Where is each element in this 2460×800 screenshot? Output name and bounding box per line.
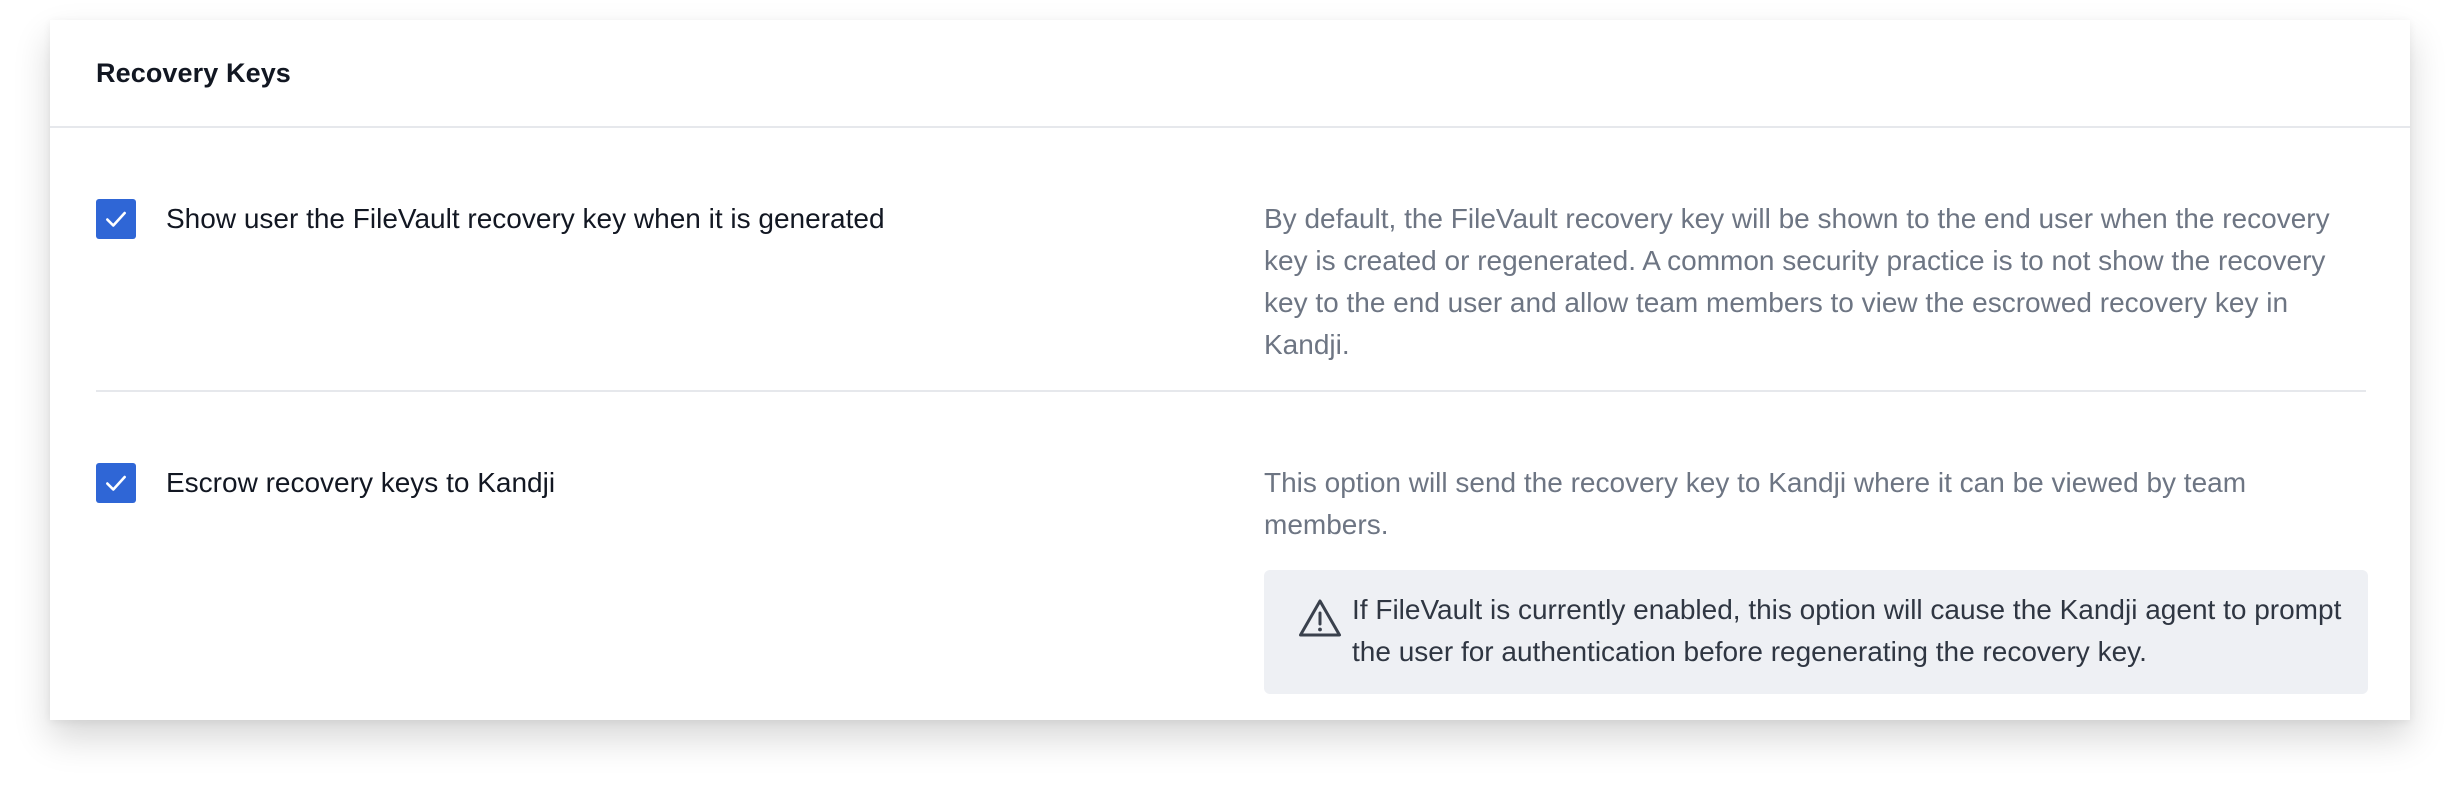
escrow-keys-checkbox[interactable]: [96, 463, 136, 503]
checkmark-icon: [106, 211, 126, 227]
escrow-keys-label[interactable]: Escrow recovery keys to Kandji: [166, 462, 555, 504]
card-header: Recovery Keys: [50, 20, 2410, 128]
warning-text: If FileVault is currently enabled, this …: [1352, 594, 2342, 667]
show-recovery-key-description: By default, the FileVault recovery key w…: [1264, 203, 2330, 360]
show-recovery-key-label[interactable]: Show user the FileVault recovery key whe…: [166, 198, 885, 240]
warning-triangle-icon: [1299, 599, 1341, 637]
show-recovery-key-checkbox[interactable]: [96, 199, 136, 239]
escrow-keys-description: This option will send the recovery key t…: [1264, 467, 2247, 540]
warning-callout: If FileVault is currently enabled, this …: [1264, 570, 2368, 694]
section-title: Recovery Keys: [96, 57, 291, 88]
checkmark-icon: [106, 475, 126, 491]
option-row-escrow-keys: Escrow recovery keys to Kandji This opti…: [96, 392, 2368, 720]
recovery-keys-card: Recovery Keys Show user the FileVault re…: [50, 20, 2410, 720]
option-row-show-recovery-key: Show user the FileVault recovery key whe…: [96, 128, 2366, 392]
